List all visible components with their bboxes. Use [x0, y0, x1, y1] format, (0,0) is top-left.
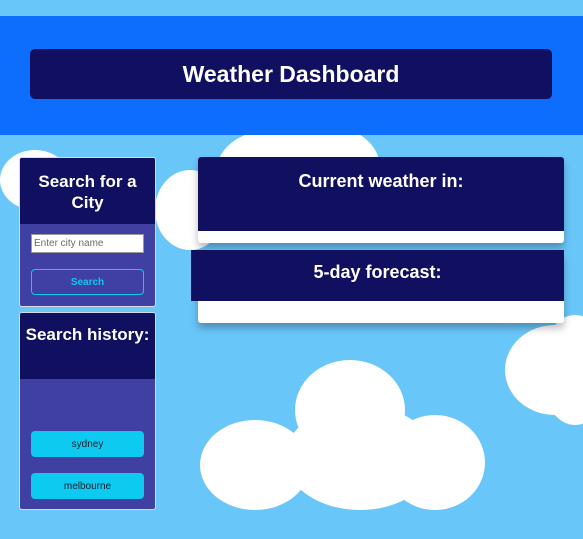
forecast-card: 5-day forecast:: [191, 250, 564, 323]
search-card: Search for a City Search: [19, 157, 156, 307]
search-card-title: Search for a City: [20, 158, 155, 224]
header-bar: Weather Dashboard: [0, 16, 583, 135]
page-title: Weather Dashboard: [30, 49, 552, 99]
forecast-title: 5-day forecast:: [191, 250, 564, 301]
top-strip: [0, 0, 583, 16]
search-history-card: Search history: sydney melbourne: [19, 312, 156, 510]
history-item-melbourne[interactable]: melbourne: [31, 473, 144, 499]
search-history-title: Search history:: [20, 313, 155, 379]
search-button[interactable]: Search: [31, 269, 144, 295]
current-weather-card: Current weather in:: [198, 157, 564, 243]
current-weather-title: Current weather in:: [198, 157, 564, 231]
city-search-input[interactable]: [31, 234, 144, 253]
history-item-sydney[interactable]: sydney: [31, 431, 144, 457]
